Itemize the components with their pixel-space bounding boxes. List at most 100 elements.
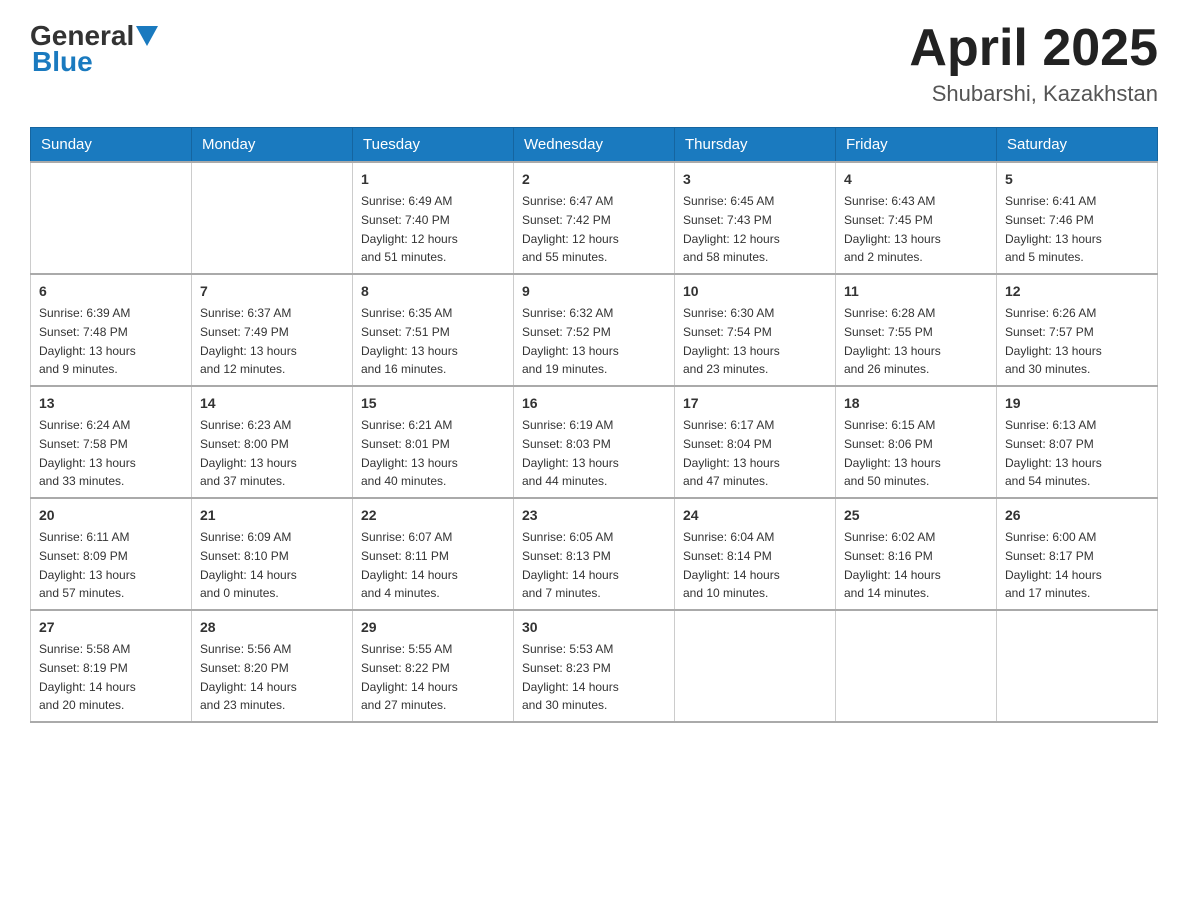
- day-info: Sunrise: 6:19 AM Sunset: 8:03 PM Dayligh…: [522, 418, 619, 488]
- day-info: Sunrise: 6:37 AM Sunset: 7:49 PM Dayligh…: [200, 306, 297, 376]
- day-info: Sunrise: 6:30 AM Sunset: 7:54 PM Dayligh…: [683, 306, 780, 376]
- weekday-header-saturday: Saturday: [997, 128, 1158, 163]
- day-info: Sunrise: 6:15 AM Sunset: 8:06 PM Dayligh…: [844, 418, 941, 488]
- day-number: 17: [683, 393, 827, 414]
- day-number: 8: [361, 281, 505, 302]
- day-info: Sunrise: 6:07 AM Sunset: 8:11 PM Dayligh…: [361, 530, 458, 600]
- calendar-cell: 20 Sunrise: 6:11 AM Sunset: 8:09 PM Dayli…: [31, 498, 192, 610]
- calendar-cell: [997, 610, 1158, 722]
- calendar-cell: 23 Sunrise: 6:05 AM Sunset: 8:13 PM Dayli…: [514, 498, 675, 610]
- calendar-week-row: 6 Sunrise: 6:39 AM Sunset: 7:48 PM Daylig…: [31, 274, 1158, 386]
- calendar-cell: 4Sunrise: 6:43 AM Sunset: 7:45 PM Daylig…: [836, 162, 997, 274]
- day-number: 27: [39, 617, 183, 638]
- calendar-cell: 6 Sunrise: 6:39 AM Sunset: 7:48 PM Daylig…: [31, 274, 192, 386]
- calendar-table: SundayMondayTuesdayWednesdayThursdayFrid…: [30, 127, 1158, 723]
- day-info: Sunrise: 6:11 AM Sunset: 8:09 PM Dayligh…: [39, 530, 136, 600]
- day-number: 22: [361, 505, 505, 526]
- day-info: Sunrise: 6:13 AM Sunset: 8:07 PM Dayligh…: [1005, 418, 1102, 488]
- day-number: 12: [1005, 281, 1149, 302]
- calendar-week-row: 13 Sunrise: 6:24 AM Sunset: 7:58 PM Dayli…: [31, 386, 1158, 498]
- calendar-subtitle: Shubarshi, Kazakhstan: [909, 81, 1158, 107]
- calendar-cell: 3Sunrise: 6:45 AM Sunset: 7:43 PM Daylig…: [675, 162, 836, 274]
- calendar-cell: 21Sunrise: 6:09 AM Sunset: 8:10 PM Dayli…: [192, 498, 353, 610]
- day-number: 5: [1005, 169, 1149, 190]
- calendar-cell: 7 Sunrise: 6:37 AM Sunset: 7:49 PM Daylig…: [192, 274, 353, 386]
- logo-arrow-icon: [136, 26, 158, 48]
- day-info: Sunrise: 6:02 AM Sunset: 8:16 PM Dayligh…: [844, 530, 941, 600]
- calendar-cell: [31, 162, 192, 274]
- calendar-cell: [192, 162, 353, 274]
- day-number: 25: [844, 505, 988, 526]
- calendar-week-row: 27Sunrise: 5:58 AM Sunset: 8:19 PM Dayli…: [31, 610, 1158, 722]
- day-info: Sunrise: 6:24 AM Sunset: 7:58 PM Dayligh…: [39, 418, 136, 488]
- calendar-cell: 5 Sunrise: 6:41 AM Sunset: 7:46 PM Daylig…: [997, 162, 1158, 274]
- calendar-cell: 17 Sunrise: 6:17 AM Sunset: 8:04 PM Dayli…: [675, 386, 836, 498]
- day-number: 29: [361, 617, 505, 638]
- calendar-cell: 2Sunrise: 6:47 AM Sunset: 7:42 PM Daylig…: [514, 162, 675, 274]
- calendar-cell: [675, 610, 836, 722]
- day-info: Sunrise: 6:47 AM Sunset: 7:42 PM Dayligh…: [522, 194, 619, 264]
- calendar-title: April 2025: [909, 20, 1158, 77]
- calendar-cell: 15Sunrise: 6:21 AM Sunset: 8:01 PM Dayli…: [353, 386, 514, 498]
- calendar-cell: 22 Sunrise: 6:07 AM Sunset: 8:11 PM Dayli…: [353, 498, 514, 610]
- day-info: Sunrise: 6:45 AM Sunset: 7:43 PM Dayligh…: [683, 194, 780, 264]
- weekday-header-friday: Friday: [836, 128, 997, 163]
- calendar-cell: 14 Sunrise: 6:23 AM Sunset: 8:00 PM Dayli…: [192, 386, 353, 498]
- weekday-header-row: SundayMondayTuesdayWednesdayThursdayFrid…: [31, 128, 1158, 163]
- calendar-week-row: 1 Sunrise: 6:49 AM Sunset: 7:40 PM Daylig…: [31, 162, 1158, 274]
- logo: General Blue: [30, 20, 158, 78]
- calendar-cell: 25 Sunrise: 6:02 AM Sunset: 8:16 PM Dayli…: [836, 498, 997, 610]
- weekday-header-monday: Monday: [192, 128, 353, 163]
- calendar-week-row: 20 Sunrise: 6:11 AM Sunset: 8:09 PM Dayli…: [31, 498, 1158, 610]
- day-number: 18: [844, 393, 988, 414]
- logo-blue: Blue: [32, 46, 93, 78]
- day-number: 4: [844, 169, 988, 190]
- weekday-header-wednesday: Wednesday: [514, 128, 675, 163]
- day-number: 6: [39, 281, 183, 302]
- day-number: 1: [361, 169, 505, 190]
- day-number: 26: [1005, 505, 1149, 526]
- weekday-header-tuesday: Tuesday: [353, 128, 514, 163]
- day-number: 23: [522, 505, 666, 526]
- day-number: 7: [200, 281, 344, 302]
- calendar-cell: 12 Sunrise: 6:26 AM Sunset: 7:57 PM Dayli…: [997, 274, 1158, 386]
- calendar-cell: [836, 610, 997, 722]
- weekday-header-sunday: Sunday: [31, 128, 192, 163]
- calendar-cell: 9 Sunrise: 6:32 AM Sunset: 7:52 PM Daylig…: [514, 274, 675, 386]
- calendar-cell: 18 Sunrise: 6:15 AM Sunset: 8:06 PM Dayli…: [836, 386, 997, 498]
- day-number: 14: [200, 393, 344, 414]
- page-header: General Blue April 2025 Shubarshi, Kazak…: [30, 20, 1158, 107]
- calendar-cell: 1 Sunrise: 6:49 AM Sunset: 7:40 PM Daylig…: [353, 162, 514, 274]
- title-section: April 2025 Shubarshi, Kazakhstan: [909, 20, 1158, 107]
- day-info: Sunrise: 6:05 AM Sunset: 8:13 PM Dayligh…: [522, 530, 619, 600]
- calendar-cell: 10 Sunrise: 6:30 AM Sunset: 7:54 PM Dayli…: [675, 274, 836, 386]
- day-info: Sunrise: 6:00 AM Sunset: 8:17 PM Dayligh…: [1005, 530, 1102, 600]
- day-info: Sunrise: 6:32 AM Sunset: 7:52 PM Dayligh…: [522, 306, 619, 376]
- calendar-cell: 30Sunrise: 5:53 AM Sunset: 8:23 PM Dayli…: [514, 610, 675, 722]
- day-info: Sunrise: 6:49 AM Sunset: 7:40 PM Dayligh…: [361, 194, 458, 264]
- day-info: Sunrise: 6:41 AM Sunset: 7:46 PM Dayligh…: [1005, 194, 1102, 264]
- calendar-cell: 11 Sunrise: 6:28 AM Sunset: 7:55 PM Dayli…: [836, 274, 997, 386]
- day-number: 10: [683, 281, 827, 302]
- day-info: Sunrise: 6:21 AM Sunset: 8:01 PM Dayligh…: [361, 418, 458, 488]
- day-info: Sunrise: 5:55 AM Sunset: 8:22 PM Dayligh…: [361, 642, 458, 712]
- day-info: Sunrise: 6:39 AM Sunset: 7:48 PM Dayligh…: [39, 306, 136, 376]
- day-number: 28: [200, 617, 344, 638]
- day-info: Sunrise: 6:28 AM Sunset: 7:55 PM Dayligh…: [844, 306, 941, 376]
- calendar-cell: 24 Sunrise: 6:04 AM Sunset: 8:14 PM Dayli…: [675, 498, 836, 610]
- day-info: Sunrise: 6:04 AM Sunset: 8:14 PM Dayligh…: [683, 530, 780, 600]
- day-info: Sunrise: 5:56 AM Sunset: 8:20 PM Dayligh…: [200, 642, 297, 712]
- day-info: Sunrise: 6:26 AM Sunset: 7:57 PM Dayligh…: [1005, 306, 1102, 376]
- day-info: Sunrise: 6:23 AM Sunset: 8:00 PM Dayligh…: [200, 418, 297, 488]
- day-number: 20: [39, 505, 183, 526]
- day-info: Sunrise: 5:53 AM Sunset: 8:23 PM Dayligh…: [522, 642, 619, 712]
- day-info: Sunrise: 6:17 AM Sunset: 8:04 PM Dayligh…: [683, 418, 780, 488]
- day-number: 9: [522, 281, 666, 302]
- day-number: 11: [844, 281, 988, 302]
- day-info: Sunrise: 6:35 AM Sunset: 7:51 PM Dayligh…: [361, 306, 458, 376]
- day-number: 13: [39, 393, 183, 414]
- day-number: 24: [683, 505, 827, 526]
- calendar-cell: 16 Sunrise: 6:19 AM Sunset: 8:03 PM Dayli…: [514, 386, 675, 498]
- day-number: 16: [522, 393, 666, 414]
- calendar-cell: 13 Sunrise: 6:24 AM Sunset: 7:58 PM Dayli…: [31, 386, 192, 498]
